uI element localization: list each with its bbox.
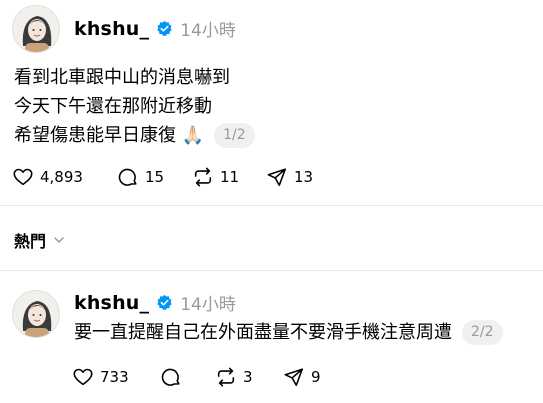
share-button[interactable]: 13 bbox=[266, 166, 336, 188]
share-count: 9 bbox=[311, 368, 321, 386]
post-text-line: 要一直提醒自己在外面盡量不要滑手機注意周遭 bbox=[74, 322, 452, 343]
post-body: 要一直提醒自己在外面盡量不要滑手機注意周遭 2/2 bbox=[74, 318, 503, 347]
heart-icon bbox=[73, 368, 93, 386]
like-count: 4,893 bbox=[40, 168, 83, 186]
like-button[interactable]: 4,893 bbox=[12, 166, 117, 188]
comment-icon bbox=[118, 168, 137, 186]
post-text-line: 看到北車跟中山的消息嚇到 bbox=[14, 67, 230, 88]
username[interactable]: khshu_ bbox=[74, 18, 149, 40]
username[interactable]: khshu_ bbox=[74, 292, 149, 314]
repost-count: 11 bbox=[220, 168, 240, 186]
thread-page-indicator: 2/2 bbox=[462, 320, 503, 345]
share-icon bbox=[267, 168, 287, 187]
comment-button[interactable]: 15 bbox=[117, 166, 192, 188]
post-actions: 4,893 15 11 13 bbox=[12, 166, 532, 188]
post-text-line: 希望傷患能早日康復 🙏🏻 bbox=[14, 125, 205, 146]
post-actions: 733 3 9 bbox=[72, 366, 532, 388]
repost-button[interactable]: 3 bbox=[215, 366, 283, 388]
post-header: khshu_ 14小時 bbox=[74, 16, 236, 42]
comment-count: 15 bbox=[145, 168, 165, 186]
avatar[interactable] bbox=[12, 5, 60, 53]
post-time[interactable]: 14小時 bbox=[180, 290, 236, 315]
share-button[interactable]: 9 bbox=[283, 366, 343, 388]
repost-icon bbox=[217, 367, 235, 387]
repost-icon bbox=[194, 167, 212, 187]
heart-icon bbox=[13, 168, 33, 186]
sort-dropdown[interactable]: 熱門 bbox=[14, 228, 66, 252]
thread-page-indicator: 1/2 bbox=[214, 123, 255, 148]
like-count: 733 bbox=[100, 368, 129, 386]
repost-button[interactable]: 11 bbox=[192, 166, 266, 188]
avatar[interactable] bbox=[12, 290, 60, 338]
divider bbox=[0, 270, 543, 271]
verified-badge-icon bbox=[157, 294, 173, 310]
divider bbox=[0, 205, 543, 206]
sort-label: 熱門 bbox=[14, 232, 47, 251]
like-button[interactable]: 733 bbox=[72, 366, 160, 388]
repost-count: 3 bbox=[243, 368, 253, 386]
post-body: 看到北車跟中山的消息嚇到 今天下午還在那附近移動 希望傷患能早日康復 🙏🏻 1/… bbox=[14, 63, 255, 150]
share-count: 13 bbox=[294, 168, 314, 186]
comment-button[interactable] bbox=[160, 366, 215, 388]
comment-icon bbox=[161, 368, 180, 386]
post-header: khshu_ 14小時 bbox=[74, 290, 236, 316]
chevron-down-icon bbox=[54, 237, 64, 243]
post-text-line: 今天下午還在那附近移動 bbox=[14, 96, 212, 117]
post-time[interactable]: 14小時 bbox=[180, 16, 236, 41]
verified-badge-icon bbox=[157, 20, 173, 36]
share-icon bbox=[284, 368, 304, 387]
